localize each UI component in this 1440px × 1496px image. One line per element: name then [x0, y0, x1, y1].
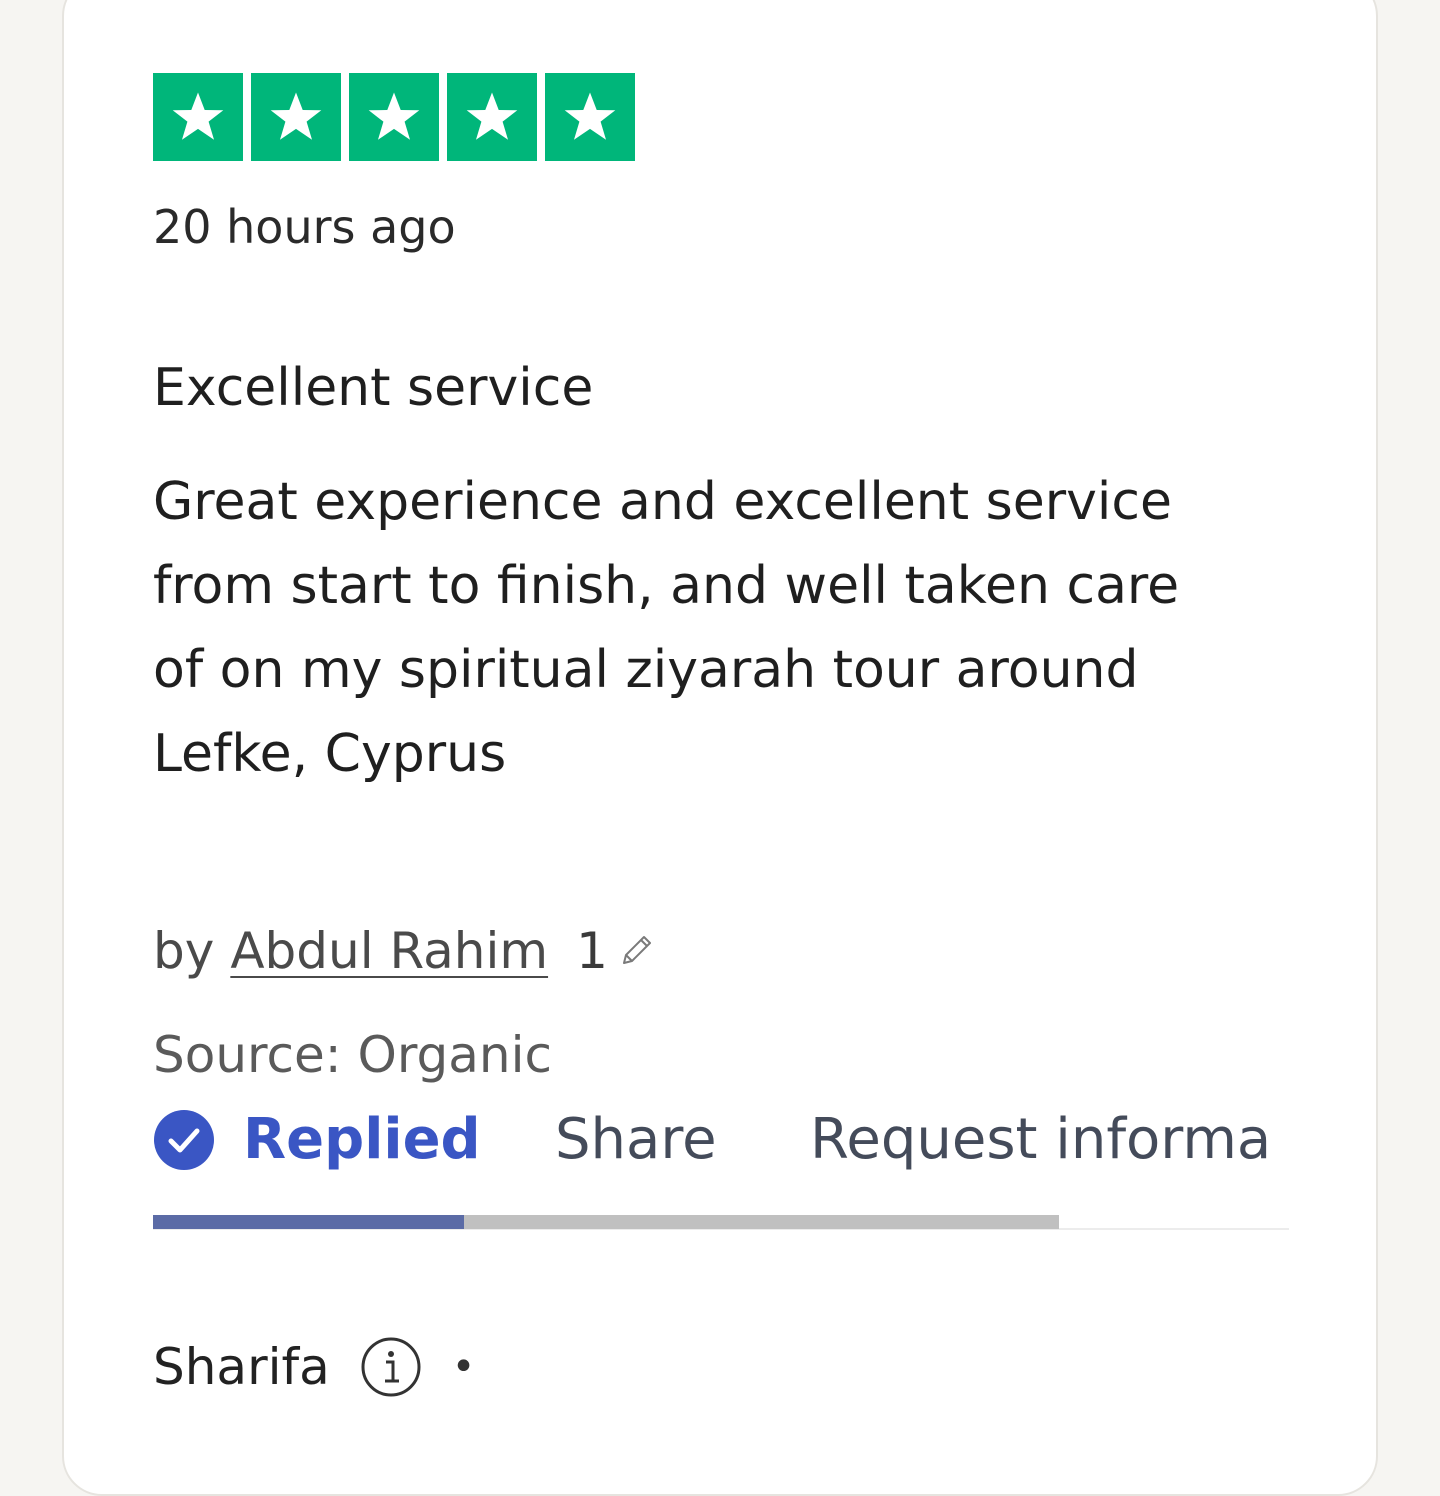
- review-title: Excellent service: [153, 358, 594, 418]
- star-icon: [172, 92, 224, 140]
- star-icon: [270, 92, 322, 140]
- author-review-count: 1: [576, 922, 608, 980]
- separator-dot: •: [451, 1344, 476, 1390]
- info-icon[interactable]: [360, 1336, 422, 1398]
- review-body-line: of on my spiritual ziyarah tour around: [153, 640, 1139, 700]
- tab-active-indicator: [153, 1215, 464, 1229]
- star-icon: [564, 92, 616, 140]
- pencil-icon: [622, 936, 651, 964]
- reply-header: Sharifa •: [153, 1336, 475, 1398]
- share-button[interactable]: Share: [555, 1100, 717, 1180]
- star-box: [349, 73, 439, 161]
- star-box: [545, 73, 635, 161]
- star-rating: [153, 73, 635, 161]
- review-body-line: from start to finish, and well taken car…: [153, 556, 1180, 616]
- review-time: 20 hours ago: [153, 200, 456, 254]
- replied-label: Replied: [243, 1107, 481, 1172]
- replier-name: Sharifa: [153, 1338, 330, 1396]
- review-actions: Replied Share Request informa: [153, 1100, 1289, 1180]
- review-body-line: Great experience and excellent service: [153, 472, 1172, 532]
- star-icon: [466, 92, 518, 140]
- star-box: [447, 73, 537, 161]
- star-icon: [368, 92, 420, 140]
- author-name-link[interactable]: Abdul Rahim: [230, 922, 548, 980]
- review-source: Source: Organic: [153, 1026, 552, 1084]
- review-body: Great experience and excellent service f…: [153, 460, 1283, 796]
- replied-tab[interactable]: Replied: [153, 1100, 481, 1180]
- star-box: [251, 73, 341, 161]
- star-box: [153, 73, 243, 161]
- review-body-line: Lefke, Cyprus: [153, 724, 507, 784]
- author-line: by Abdul Rahim 1: [153, 922, 656, 980]
- author-prefix: by: [153, 922, 215, 980]
- check-circle-icon: [154, 1110, 214, 1170]
- request-information-button[interactable]: Request informa: [810, 1100, 1271, 1180]
